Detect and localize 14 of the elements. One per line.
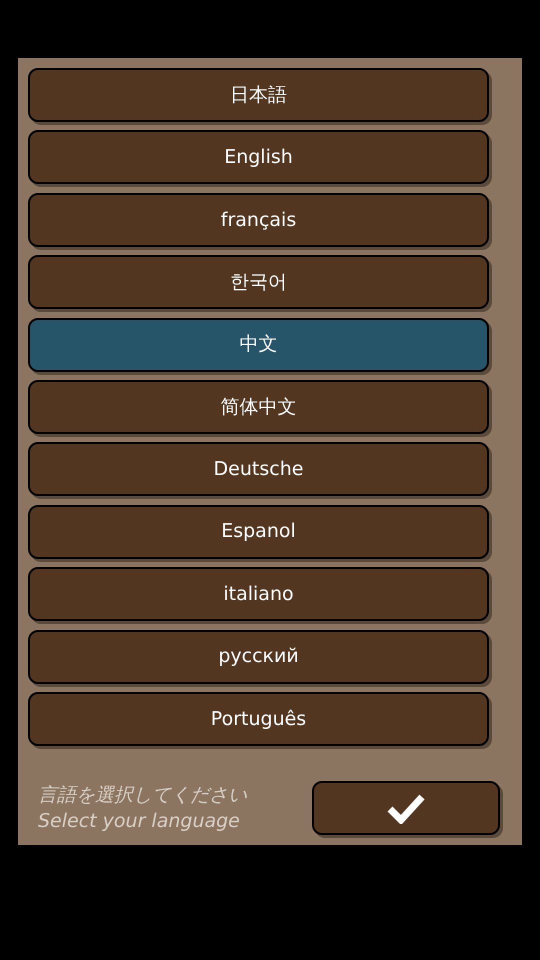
- confirm-button[interactable]: [312, 780, 500, 835]
- language-button[interactable]: italiano: [28, 567, 489, 622]
- language-button[interactable]: English: [28, 130, 489, 184]
- language-button[interactable]: Espanol: [28, 504, 489, 559]
- language-button[interactable]: 日本語: [28, 68, 489, 122]
- language-button[interactable]: Português: [28, 692, 489, 746]
- language-button[interactable]: 한국어: [28, 255, 489, 310]
- language-button[interactable]: 中文: [28, 318, 489, 372]
- language-button[interactable]: русский: [28, 630, 489, 684]
- language-button[interactable]: Deutsche: [28, 442, 489, 496]
- language-button[interactable]: français: [28, 192, 489, 247]
- prompt-text: 言語を選択してください: [38, 782, 248, 808]
- language-button[interactable]: 简体中文: [28, 380, 489, 434]
- prompt-text: Select your language: [38, 808, 241, 834]
